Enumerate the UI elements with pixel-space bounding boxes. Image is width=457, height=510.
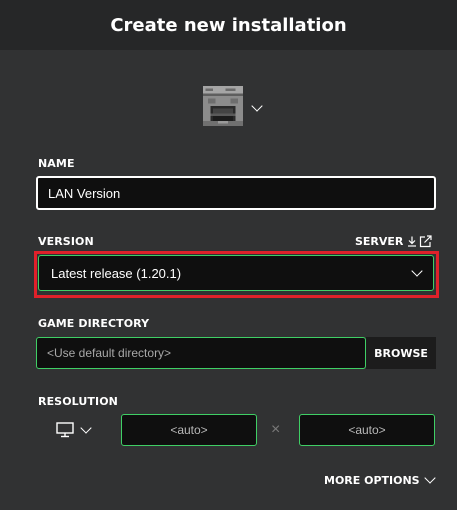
name-label: NAME [38, 157, 75, 170]
game-directory-label: GAME DIRECTORY [38, 317, 150, 330]
more-options-label: MORE OPTIONS [324, 474, 420, 487]
resolution-label: RESOLUTION [38, 395, 118, 408]
resolution-height-input[interactable] [299, 414, 435, 446]
game-directory-input[interactable] [36, 337, 366, 369]
download-icon [408, 236, 417, 247]
version-selected-value: Latest release (1.20.1) [51, 265, 182, 281]
browse-button[interactable]: BROWSE [366, 337, 436, 369]
resolution-width-input[interactable] [121, 414, 257, 446]
version-label: VERSION [38, 235, 94, 248]
server-label: SERVER [355, 235, 404, 248]
monitor-picker[interactable] [56, 420, 92, 440]
chevron-down-icon [423, 472, 436, 484]
monitor-icon [56, 422, 74, 438]
version-select[interactable]: Latest release (1.20.1) [38, 255, 434, 291]
resolution-separator: × [271, 421, 281, 438]
chevron-down-icon [411, 264, 423, 277]
dialog-header: Create new installation [0, 0, 457, 50]
furnace-icon [203, 86, 243, 126]
name-input[interactable] [36, 176, 436, 210]
external-link-icon[interactable] [419, 235, 432, 248]
more-options-toggle[interactable]: MORE OPTIONS [324, 472, 436, 487]
installation-icon-picker[interactable] [203, 82, 263, 130]
chevron-down-icon [251, 100, 263, 112]
chevron-down-icon [80, 421, 92, 434]
server-download-link[interactable]: SERVER [355, 235, 417, 248]
dialog-title: Create new installation [110, 14, 347, 36]
